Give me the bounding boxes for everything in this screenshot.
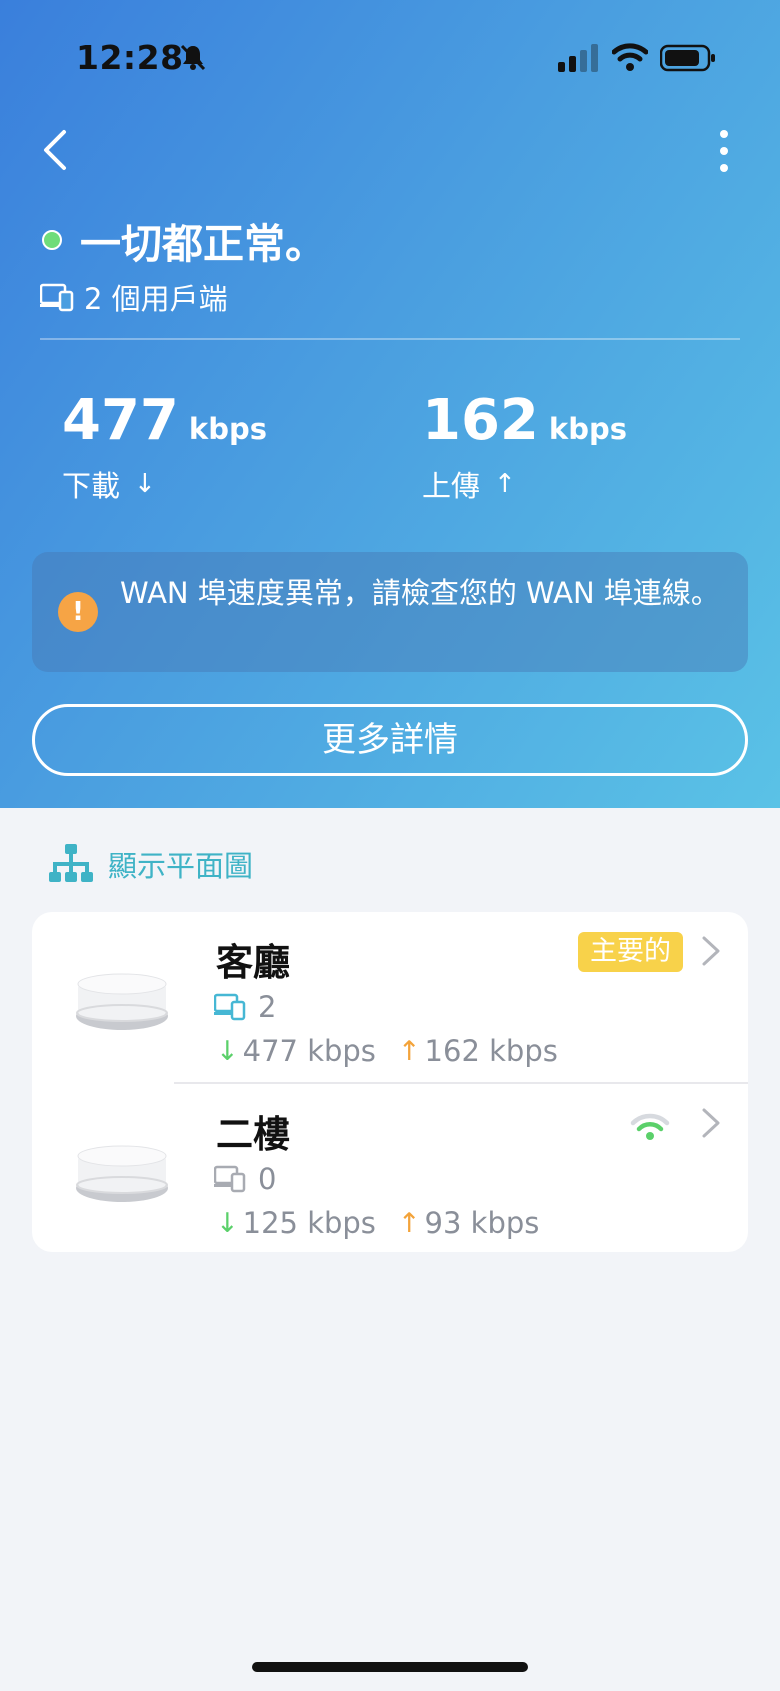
node-clients: 2 [214, 990, 276, 1024]
router-device-image [76, 973, 168, 1030]
node-row[interactable]: 二樓 0 ↓ 125 kbps ↑ 93 kbps [32, 1084, 748, 1252]
node-row[interactable]: 客廳 主要的 2 ↓ 477 kbps ↑ 162 kbps [32, 912, 748, 1082]
node-speeds: ↓ 125 kbps ↑ 93 kbps [216, 1206, 539, 1240]
battery-icon [660, 44, 715, 72]
status-time: 12:28 [76, 38, 184, 77]
arrow-down-icon: ↓ [134, 469, 156, 499]
devices-icon [214, 1165, 246, 1193]
upload-unit: kbps [548, 412, 627, 446]
bell-muted-icon [180, 44, 206, 71]
chevron-left-icon[interactable] [38, 126, 74, 174]
wifi-icon [612, 43, 648, 71]
wifi-signal-icon [630, 1113, 670, 1140]
chevron-right-icon [702, 936, 720, 966]
network-status: 一切都正常。 [42, 210, 326, 270]
node-name: 二樓 [216, 1113, 290, 1156]
clients-summary[interactable]: 2 個用戶端 [40, 276, 228, 318]
node-name: 客廳 [216, 941, 290, 984]
nodes-card: 客廳 主要的 2 ↓ 477 kbps ↑ 162 kbps 二樓 0 ↓ 12… [32, 912, 748, 1252]
show-topology-link[interactable]: 顯示平面圖 [48, 842, 253, 886]
node-clients-count: 2 [258, 990, 277, 1024]
header-divider [40, 338, 740, 340]
more-vertical-icon[interactable] [710, 128, 738, 174]
upload-stat: 162 kbps 上傳 ↑ [422, 388, 627, 505]
arrow-up-icon: ↑ [494, 469, 516, 499]
show-topology-label: 顯示平面圖 [108, 849, 254, 883]
download-label: 下載 [62, 469, 121, 503]
arrow-down-icon: ↓ [216, 1207, 239, 1239]
warning-icon: ! [58, 592, 98, 632]
download-value: 477 [62, 388, 179, 453]
status-bar: 12:28 [0, 0, 780, 110]
node-download-speed: 477 kbps [242, 1034, 376, 1068]
node-upload-speed: 93 kbps [424, 1206, 540, 1240]
node-clients: 0 [214, 1162, 276, 1196]
primary-badge: 主要的 [578, 932, 683, 972]
node-download-speed: 125 kbps [242, 1206, 376, 1240]
alert-message: WAN 埠速度異常，請檢查您的 WAN 埠連線。 [120, 576, 720, 610]
arrow-up-icon: ↑ [397, 1207, 421, 1239]
status-text: 一切都正常。 [80, 220, 326, 268]
node-clients-count: 0 [258, 1162, 277, 1196]
devices-icon [40, 283, 74, 312]
chevron-right-icon [702, 1108, 720, 1138]
upload-label: 上傳 [422, 469, 481, 503]
node-speeds: ↓ 477 kbps ↑ 162 kbps [216, 1034, 558, 1068]
devices-icon [214, 993, 246, 1021]
arrow-down-icon: ↓ [216, 1035, 239, 1067]
header-panel: 12:28 一切都正常。 2 個用戶端 477 kbps 下載 ↓ 162 kb… [0, 0, 780, 808]
download-unit: kbps [188, 412, 267, 446]
upload-value: 162 [422, 388, 539, 453]
home-indicator[interactable] [252, 1662, 528, 1672]
router-device-image [76, 1145, 168, 1202]
clients-count-text: 2 個用戶端 [84, 282, 228, 316]
arrow-up-icon: ↑ [397, 1035, 421, 1067]
node-upload-speed: 162 kbps [424, 1034, 558, 1068]
more-details-button[interactable]: 更多詳情 [32, 704, 748, 776]
cellular-signal-icon [558, 44, 598, 72]
network-topology-icon [49, 844, 93, 882]
download-stat: 477 kbps 下載 ↓ [62, 388, 267, 505]
wan-alert[interactable]: ! WAN 埠速度異常，請檢查您的 WAN 埠連線。 [32, 552, 748, 672]
status-indicator-dot [42, 230, 62, 250]
